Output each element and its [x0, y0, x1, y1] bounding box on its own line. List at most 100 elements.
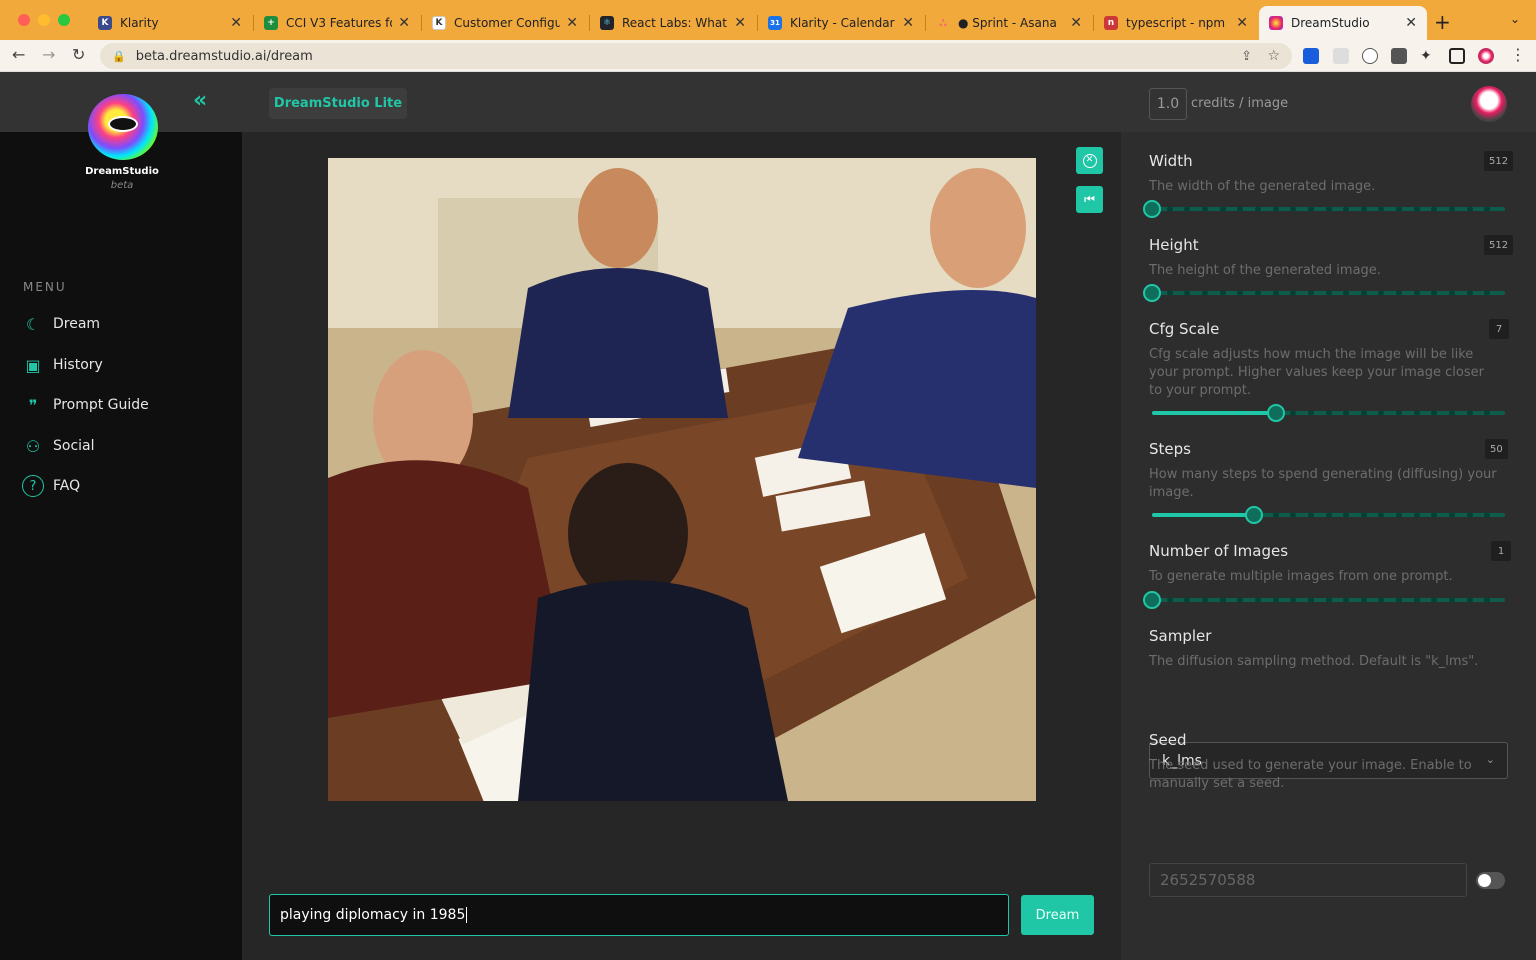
react-favicon-icon: ⚛ [600, 16, 614, 30]
tab-search-chevron-icon[interactable]: ⌄ [1510, 12, 1520, 26]
slider-thumb[interactable] [1245, 506, 1264, 524]
slider-tick [1307, 410, 1314, 416]
close-tab-icon[interactable]: ✕ [398, 15, 410, 31]
slider-tick [1466, 410, 1473, 416]
slider-tick [1166, 206, 1173, 212]
slider-tick [1184, 597, 1191, 603]
slider-tick [1290, 597, 1297, 603]
seed-label: Seed [1149, 731, 1187, 749]
steps-slider[interactable] [1152, 506, 1505, 524]
extension-icon[interactable] [1333, 48, 1349, 64]
slider-thumb[interactable] [1143, 591, 1161, 609]
slider-tick [1325, 206, 1332, 212]
sidebar-item-faq[interactable]: ? FAQ [22, 473, 80, 499]
slider-tick [1360, 410, 1367, 416]
slider-fill [1152, 411, 1276, 415]
width-slider[interactable] [1143, 200, 1505, 218]
close-tab-icon[interactable]: ✕ [1405, 15, 1417, 31]
bitwarden-extension-icon[interactable] [1303, 48, 1319, 64]
close-circle-icon: ✕ [1082, 153, 1097, 168]
browser-menu-icon[interactable]: ⋮ [1510, 45, 1526, 64]
sidepanel-icon[interactable] [1449, 48, 1465, 64]
browser-tab-dreamstudio[interactable]: DreamStudio ✕ [1259, 6, 1427, 40]
app-topbar: « DreamStudio Lite 1.0 credits / image [0, 72, 1536, 132]
slider-tick [1378, 290, 1385, 296]
slider-tick [1413, 206, 1420, 212]
sidebar-item-dream[interactable]: ☾ Dream [22, 311, 100, 337]
slider-thumb[interactable] [1266, 404, 1285, 422]
slider-thumb[interactable] [1143, 200, 1161, 218]
slider-tick [1307, 290, 1314, 296]
slider-tick [1166, 290, 1173, 296]
close-window-button[interactable] [18, 14, 30, 26]
slider-tick [1431, 512, 1438, 518]
browser-tab-customer-config[interactable]: K Customer Configurati ✕ [422, 8, 588, 38]
generated-image[interactable] [328, 158, 1036, 801]
browser-tab-calendar[interactable]: 31 Klarity - Calendar - W ✕ [758, 8, 924, 38]
cfg-scale-slider[interactable] [1152, 404, 1505, 422]
slider-tick [1343, 512, 1350, 518]
translate-extension-icon[interactable] [1362, 48, 1378, 64]
minimize-window-button[interactable] [38, 14, 50, 26]
seed-toggle[interactable] [1476, 872, 1505, 889]
sidebar-item-prompt-guide[interactable]: ❞ Prompt Guide [22, 392, 149, 418]
new-tab-button[interactable]: + [1434, 10, 1451, 34]
close-tab-icon[interactable]: ✕ [230, 15, 242, 31]
browser-tab-klarity[interactable]: K Klarity ✕ [88, 8, 252, 38]
slider-tick [1360, 206, 1367, 212]
browser-tab-cci[interactable]: + CCI V3 Features for K ✕ [254, 8, 420, 38]
slider-tick [1290, 206, 1297, 212]
slider-tick [1343, 410, 1350, 416]
star-icon[interactable]: ☆ [1267, 48, 1280, 64]
slider-thumb[interactable] [1143, 284, 1161, 302]
dreamstudio-favicon-icon [1269, 16, 1283, 30]
profile-avatar-icon[interactable] [1478, 48, 1494, 64]
reload-icon[interactable]: ↻ [72, 45, 85, 64]
dreamstudio-lite-button[interactable]: DreamStudio Lite [269, 88, 407, 119]
slider-tick [1396, 410, 1403, 416]
text-caret [466, 907, 468, 923]
browser-tab-npm[interactable]: n typescript - npm ✕ [1094, 8, 1258, 38]
user-avatar[interactable] [1471, 86, 1507, 122]
slider-tick [1484, 597, 1491, 603]
slider-tick [1166, 597, 1173, 603]
klarity-favicon-icon: K [432, 16, 446, 30]
slider-tick [1237, 290, 1244, 296]
sampler-description: The diffusion sampling method. Default i… [1149, 654, 1479, 669]
browser-tab-react-labs[interactable]: ⚛ React Labs: What We ✕ [590, 8, 756, 38]
forward-arrow-icon[interactable]: → [42, 45, 55, 64]
steps-label: Steps [1149, 440, 1191, 458]
close-tab-icon[interactable]: ✕ [1070, 15, 1082, 31]
seed-input[interactable]: 2652570588 [1149, 863, 1467, 897]
slider-tick [1307, 512, 1314, 518]
slider-tick [1449, 290, 1456, 296]
maximize-window-button[interactable] [58, 14, 70, 26]
close-tab-icon[interactable]: ✕ [1236, 15, 1248, 31]
extension-icon[interactable] [1391, 48, 1407, 64]
num-images-slider[interactable] [1143, 591, 1505, 609]
close-tab-icon[interactable]: ✕ [902, 15, 914, 31]
browser-tab-asana[interactable]: ∴ ● Sprint - Asana ✕ [926, 8, 1092, 38]
collapse-sidebar-icon[interactable]: « [193, 88, 207, 113]
puzzle-extensions-icon[interactable]: ✦ [1420, 48, 1436, 64]
width-description: The width of the generated image. [1149, 179, 1376, 194]
sidebar-item-history[interactable]: ▣ History [22, 352, 102, 378]
logo-subtitle: beta [110, 180, 134, 191]
close-tab-icon[interactable]: ✕ [566, 15, 578, 31]
slider-tick [1272, 290, 1279, 296]
height-slider[interactable] [1143, 284, 1505, 302]
cancel-circle-button[interactable]: ✕ [1076, 147, 1103, 174]
slider-tick [1396, 206, 1403, 212]
close-tab-icon[interactable]: ✕ [734, 15, 746, 31]
share-icon[interactable]: ⇪ [1241, 49, 1252, 64]
sidebar: MENU ☾ Dream ▣ History ❞ Prompt Guide ⚇ … [0, 132, 242, 960]
moon-stars-icon: ☾ [25, 314, 41, 334]
dream-button[interactable]: Dream [1021, 895, 1094, 935]
prompt-input[interactable]: playing diplomacy in 1985 [269, 894, 1009, 936]
url-bar[interactable]: 🔒 beta.dreamstudio.ai/dream ⇪ ☆ [100, 43, 1292, 69]
back-arrow-icon[interactable]: ← [12, 45, 25, 64]
skip-back-button[interactable]: ⏮ [1076, 186, 1103, 213]
people-icon: ⚇ [25, 436, 41, 456]
num-images-label: Number of Images [1149, 542, 1289, 560]
sidebar-item-social[interactable]: ⚇ Social [22, 433, 95, 459]
